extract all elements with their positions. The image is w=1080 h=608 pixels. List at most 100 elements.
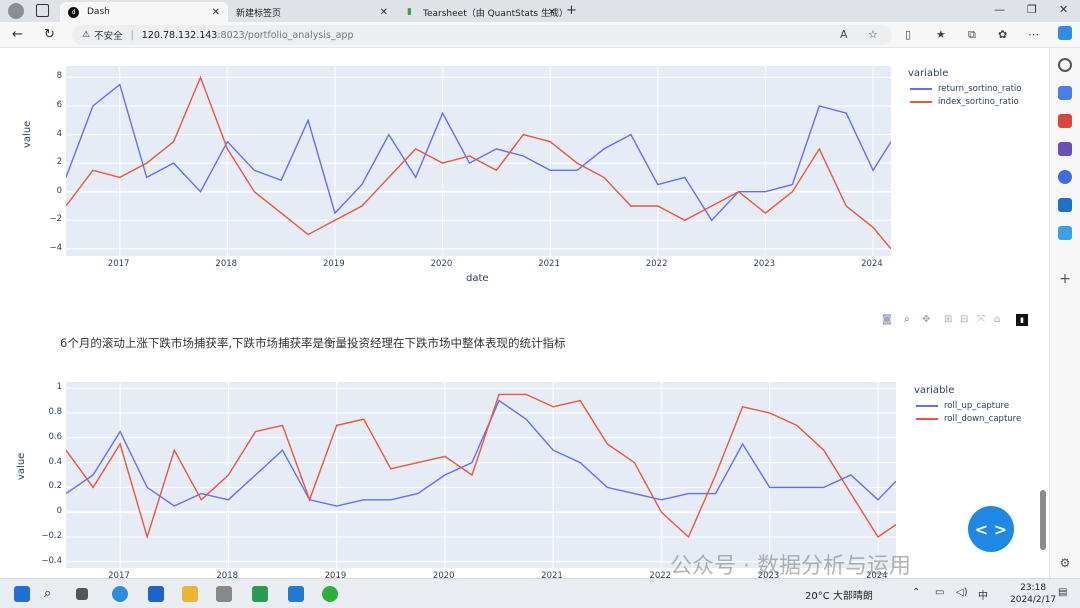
- collections-icon[interactable]: ⧉: [968, 28, 976, 42]
- weather-widget[interactable]: 20°C 大部晴朗: [805, 587, 873, 602]
- series-line-roll_down_capture[interactable]: [66, 393, 896, 540]
- new-tab-icon[interactable]: +: [566, 3, 577, 18]
- volume-icon[interactable]: ◁): [956, 587, 968, 598]
- vscode-app-icon[interactable]: [288, 586, 304, 602]
- browser-toolbar: ← ↻ ⚠ 不安全 | 120.78.132.143 :8023/portfol…: [0, 22, 1080, 48]
- plotly-logo-icon[interactable]: ▮: [1016, 314, 1028, 326]
- tab-label: 新建标签页: [236, 8, 282, 19]
- office-icon[interactable]: [1058, 170, 1072, 184]
- y-tick-label: 1: [56, 382, 62, 393]
- tray-overflow-icon[interactable]: ⌃: [912, 587, 920, 598]
- y-tick-label: −2: [49, 214, 62, 225]
- x-tick-label: 2019: [323, 259, 345, 269]
- tab-dash[interactable]: d Dash ✕: [60, 2, 228, 22]
- clock-time: 23:18: [1020, 583, 1047, 593]
- close-tab-icon[interactable]: ✕: [212, 7, 220, 18]
- task-view-icon[interactable]: [76, 588, 88, 600]
- y-tick-label: 0.2: [48, 481, 62, 492]
- mail-app-icon[interactable]: [148, 586, 164, 602]
- tab-label: Dash: [87, 7, 110, 17]
- x-tick-label: 2022: [645, 259, 668, 269]
- tab-label: Tearsheet（由 QuantStats 生成）: [423, 8, 564, 19]
- favorite-star-icon[interactable]: ☆: [868, 28, 878, 41]
- x-tick-label: 2018: [215, 259, 238, 269]
- x-tick-label: 2019: [324, 571, 347, 578]
- sidebar-settings-icon[interactable]: ⚙: [1058, 556, 1072, 570]
- search-icon[interactable]: ⌕: [44, 586, 60, 602]
- file-explorer-icon[interactable]: [182, 586, 198, 602]
- x-tick-label: 2021: [541, 571, 563, 578]
- chart-favicon-icon: ▮: [407, 7, 412, 17]
- store-app-icon[interactable]: [216, 586, 232, 602]
- dash-page: 8 6 4 2 0 −2 −4 2017 2018 2019 2020 2021 2022 2023 20…: [0, 48, 1049, 578]
- terminal-app-icon[interactable]: [252, 586, 268, 602]
- x-tick-label: 2018: [216, 571, 239, 578]
- shopping-icon[interactable]: [1058, 86, 1072, 100]
- search-icon[interactable]: [1058, 58, 1072, 72]
- games-icon[interactable]: [1058, 142, 1072, 156]
- chart2-description: 6个月的滚动上涨下跌市场捕获率,下跌市场捕获率是衡量投资经理在下跌市场中整体表现…: [60, 336, 566, 350]
- camera-icon[interactable]: ◙: [882, 314, 892, 325]
- back-icon[interactable]: ←: [12, 27, 23, 42]
- split-screen-icon[interactable]: ▯: [905, 28, 911, 41]
- chart2-legend-item[interactable]: roll_down_capture: [916, 414, 1021, 424]
- wechat-app-icon[interactable]: [322, 586, 338, 602]
- legend-label: index_sortino_ratio: [938, 97, 1019, 107]
- chart1-legend-item[interactable]: return_sortino_ratio: [910, 84, 1022, 94]
- reload-icon[interactable]: ↻: [44, 27, 55, 42]
- zoom-icon[interactable]: ⌕: [904, 314, 910, 325]
- extensions-icon[interactable]: ✿: [998, 28, 1007, 41]
- x-tick-label: 2022: [649, 571, 672, 578]
- x-tick-label: 2020: [430, 259, 453, 269]
- x-tick-label: 2024: [861, 259, 883, 269]
- edge-app-icon[interactable]: [112, 586, 128, 602]
- series-line-roll_up_capture[interactable]: [66, 399, 896, 507]
- chart1-legend-item[interactable]: index_sortino_ratio: [910, 97, 1019, 107]
- legend-swatch: [910, 88, 932, 90]
- series-line-return_sortino_ratio[interactable]: [66, 83, 891, 222]
- tab-new-tab[interactable]: 新建标签页 ✕: [228, 2, 396, 22]
- maximize-icon[interactable]: ❐: [1027, 3, 1037, 16]
- autoscale-icon[interactable]: ⤧: [977, 314, 985, 325]
- y-tick-label: 6: [56, 100, 62, 110]
- zoom-out-icon[interactable]: ⊟: [960, 314, 968, 325]
- chart2-legend-item[interactable]: roll_up_capture: [916, 401, 1009, 411]
- close-tab-icon[interactable]: ✕: [548, 7, 556, 18]
- outlook-icon[interactable]: [1058, 198, 1072, 212]
- read-aloud-icon[interactable]: A: [840, 28, 848, 41]
- more-menu-icon[interactable]: ⋯: [1028, 28, 1039, 41]
- chart2-lines: [66, 382, 896, 568]
- tab-tearsheet[interactable]: ▮ Tearsheet（由 QuantStats 生成） ✕: [396, 2, 564, 22]
- reset-axes-icon[interactable]: ⌂: [994, 314, 1000, 325]
- x-tick-label: 2021: [538, 259, 560, 269]
- tab-actions-icon[interactable]: [36, 4, 49, 17]
- add-sidebar-app-icon[interactable]: +: [1058, 272, 1072, 286]
- chart2-y-axis-label: value: [16, 452, 27, 480]
- drop-icon[interactable]: [1058, 226, 1072, 240]
- zoom-in-icon[interactable]: ⊞: [944, 314, 952, 325]
- notification-icon[interactable]: ▤: [1058, 587, 1067, 598]
- copilot-icon[interactable]: [1058, 26, 1072, 40]
- network-icon[interactable]: ▭: [935, 587, 944, 598]
- edge-sidebar: + ⚙: [1049, 48, 1080, 578]
- minimize-icon[interactable]: —: [994, 3, 1005, 16]
- address-bar[interactable]: ⚠ 不安全 | 120.78.132.143 :8023/portfolio_a…: [72, 25, 892, 45]
- legend-label: return_sortino_ratio: [938, 84, 1022, 94]
- close-tab-icon[interactable]: ✕: [380, 7, 388, 18]
- start-menu-icon[interactable]: [14, 586, 30, 602]
- close-window-icon[interactable]: ✕: [1059, 3, 1068, 16]
- y-tick-label: −0.2: [41, 531, 62, 541]
- favorites-icon[interactable]: ★: [936, 28, 946, 41]
- page-scrollbar[interactable]: [1040, 490, 1046, 550]
- chart1-y-axis-label: value: [22, 120, 33, 148]
- taskbar-clock[interactable]: 23:18 2024/2/17: [1010, 582, 1056, 606]
- code-brackets-icon: < >: [974, 519, 1008, 539]
- ime-indicator[interactable]: 中: [978, 587, 988, 602]
- code-toggle-button[interactable]: < >: [968, 506, 1014, 552]
- legend-swatch: [916, 418, 938, 420]
- x-tick-label: 2017: [107, 259, 130, 269]
- chart1-lines: [66, 66, 891, 256]
- tools-icon[interactable]: [1058, 114, 1072, 128]
- pan-icon[interactable]: ✥: [922, 314, 930, 325]
- profile-avatar-icon[interactable]: [8, 3, 24, 19]
